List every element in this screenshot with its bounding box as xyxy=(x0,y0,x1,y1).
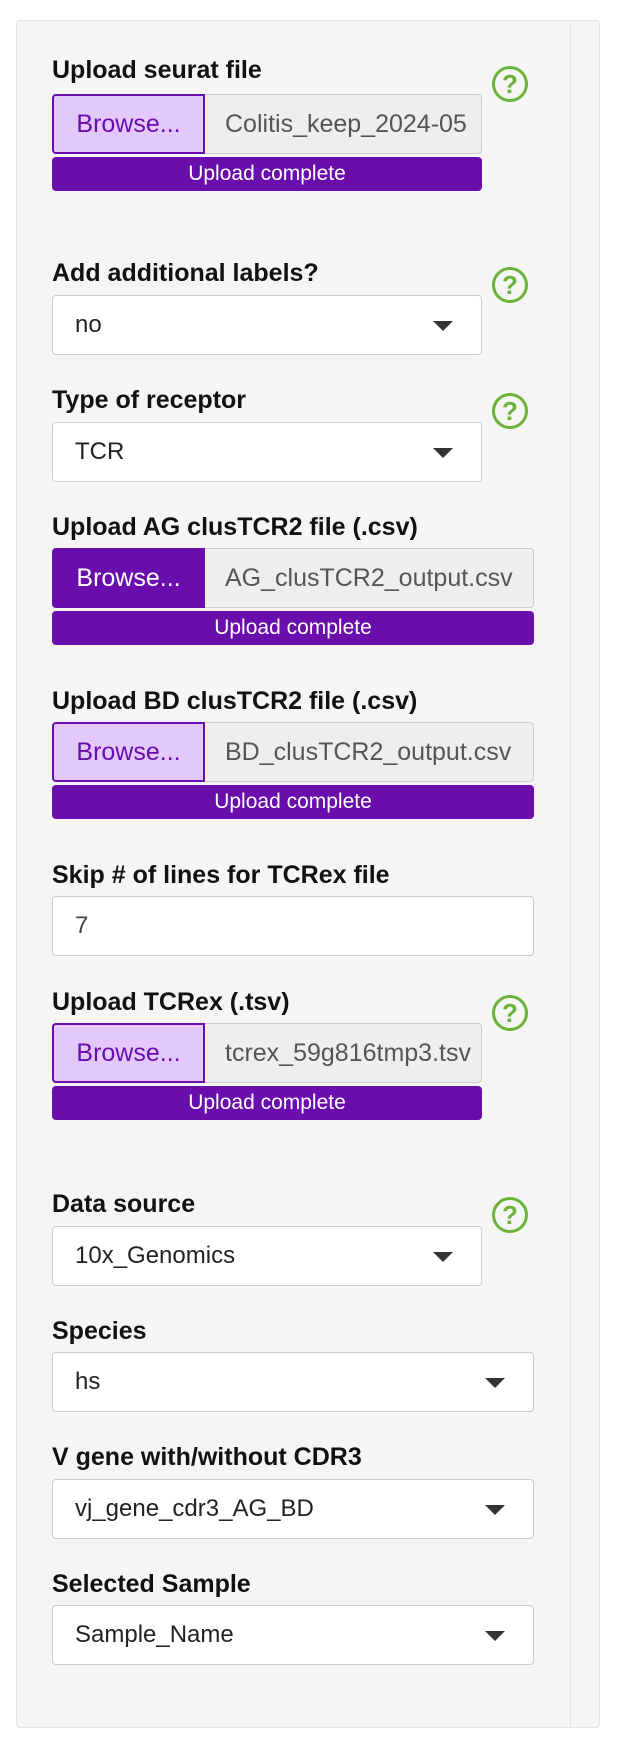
ag-clustcr2-browse-button[interactable]: Browse... xyxy=(52,548,205,608)
v-gene-label: V gene with/without CDR3 xyxy=(52,1443,362,1471)
seurat-file-input[interactable]: Browse... Colitis_keep_2024-05 xyxy=(52,94,482,154)
additional-labels-select[interactable]: no xyxy=(52,295,482,355)
help-icon[interactable]: ? xyxy=(492,1197,528,1233)
receptor-type-select[interactable]: TCR xyxy=(52,422,482,482)
receptor-type-label: Type of receptor xyxy=(52,386,247,414)
seurat-filename-field: Colitis_keep_2024-05 xyxy=(205,94,482,154)
help-icon[interactable]: ? xyxy=(492,66,528,102)
help-icon[interactable]: ? xyxy=(492,393,528,429)
tcrex-upload-label: Upload TCRex (.tsv) xyxy=(52,988,290,1016)
species-label: Species xyxy=(52,1317,147,1345)
ag-clustcr2-upload-progress: Upload complete xyxy=(52,611,534,645)
selected-sample-value: Sample_Name xyxy=(75,1621,234,1648)
data-source-label: Data source xyxy=(52,1190,196,1218)
caret-down-icon xyxy=(485,1631,505,1641)
species-value: hs xyxy=(75,1368,101,1395)
species-select[interactable]: hs xyxy=(52,1352,534,1412)
bd-clustcr2-filename-field: BD_clusTCR2_output.csv xyxy=(205,722,534,782)
selected-sample-label: Selected Sample xyxy=(52,1570,251,1598)
tcrex-upload-progress: Upload complete xyxy=(52,1086,482,1120)
ag-clustcr2-file-input[interactable]: Browse... AG_clusTCR2_output.csv xyxy=(52,548,534,608)
selected-sample-select[interactable]: Sample_Name xyxy=(52,1605,534,1665)
help-icon[interactable]: ? xyxy=(492,267,528,303)
bd-clustcr2-browse-button[interactable]: Browse... xyxy=(52,722,205,782)
receptor-type-value: TCR xyxy=(75,438,125,465)
additional-labels-value: no xyxy=(75,311,102,338)
data-source-value: 10x_Genomics xyxy=(75,1242,236,1269)
caret-down-icon xyxy=(433,1252,453,1262)
panel-divider xyxy=(570,21,571,1727)
help-icon[interactable]: ? xyxy=(492,995,528,1031)
tcrex-browse-button[interactable]: Browse... xyxy=(52,1023,205,1083)
ag-clustcr2-label: Upload AG clusTCR2 file (.csv) xyxy=(52,513,418,541)
v-gene-value: vj_gene_cdr3_AG_BD xyxy=(75,1495,314,1522)
tcrex-file-input[interactable]: Browse... tcrex_59g816tmp3.tsv xyxy=(52,1023,482,1083)
v-gene-select[interactable]: vj_gene_cdr3_AG_BD xyxy=(52,1479,534,1539)
bd-clustcr2-upload-progress: Upload complete xyxy=(52,785,534,819)
caret-down-icon xyxy=(485,1378,505,1388)
caret-down-icon xyxy=(485,1505,505,1515)
seurat-upload-label: Upload seurat file xyxy=(52,56,262,84)
tcrex-filename-field: tcrex_59g816tmp3.tsv xyxy=(205,1023,482,1083)
seurat-browse-button[interactable]: Browse... xyxy=(52,94,205,154)
skip-lines-input[interactable]: 7 xyxy=(52,896,534,956)
data-source-select[interactable]: 10x_Genomics xyxy=(52,1226,482,1286)
seurat-upload-progress: Upload complete xyxy=(52,157,482,191)
bd-clustcr2-file-input[interactable]: Browse... BD_clusTCR2_output.csv xyxy=(52,722,534,782)
caret-down-icon xyxy=(433,321,453,331)
bd-clustcr2-label: Upload BD clusTCR2 file (.csv) xyxy=(52,687,418,715)
skip-lines-label: Skip # of lines for TCRex file xyxy=(52,861,390,889)
caret-down-icon xyxy=(433,448,453,458)
ag-clustcr2-filename-field: AG_clusTCR2_output.csv xyxy=(205,548,534,608)
additional-labels-label: Add additional labels? xyxy=(52,259,319,287)
